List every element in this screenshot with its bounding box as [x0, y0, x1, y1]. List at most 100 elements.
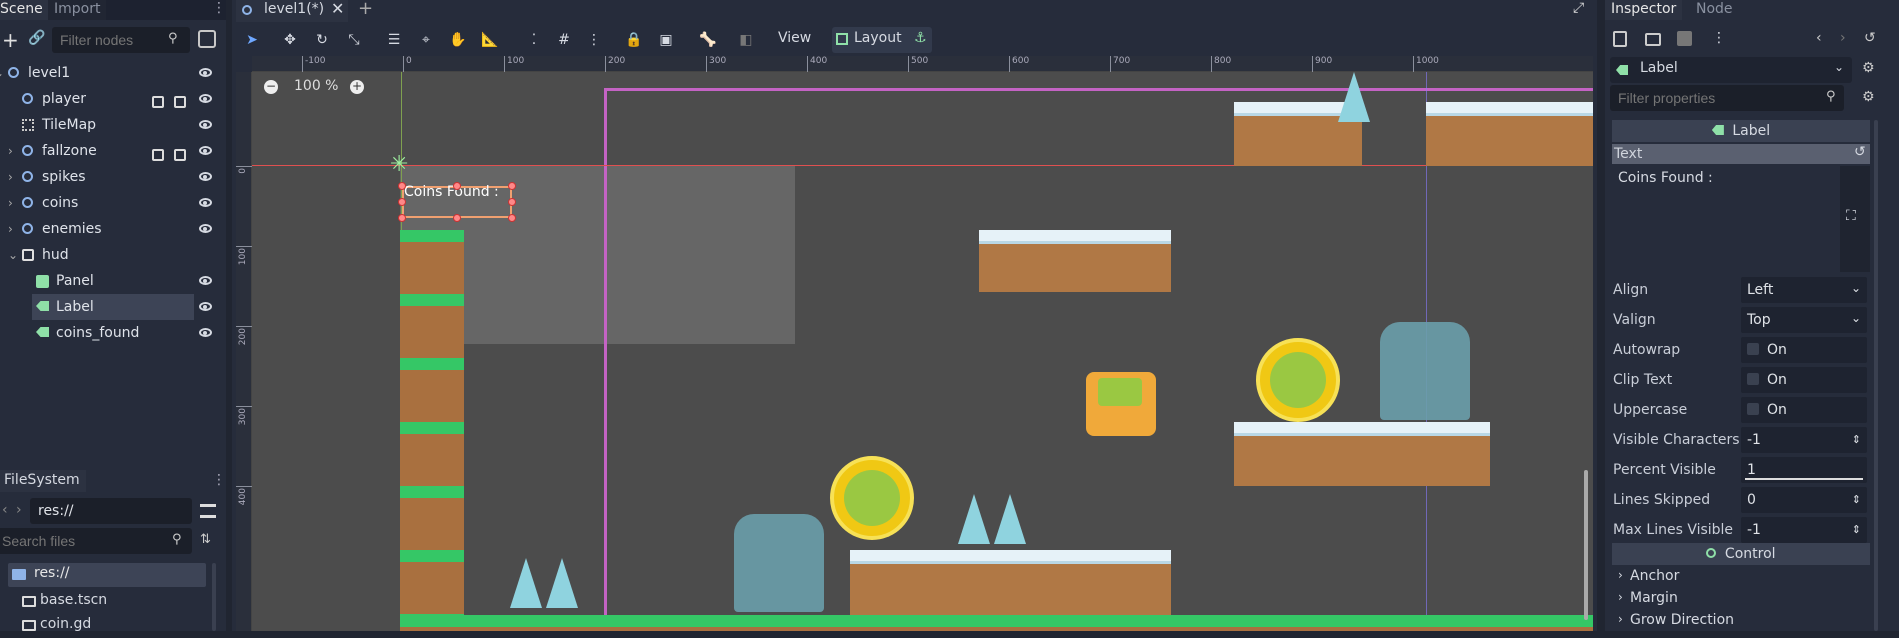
add-node-button[interactable]: +: [2, 28, 19, 52]
resize-handle[interactable]: [453, 214, 461, 222]
scene-tree-item[interactable]: Panel: [0, 268, 220, 294]
resize-handle[interactable]: [398, 198, 406, 206]
visibility-icon[interactable]: [199, 276, 212, 285]
grid-snap-icon[interactable]: #: [552, 28, 576, 52]
dock-menu-icon[interactable]: ⋮: [212, 472, 226, 488]
chevron-down-icon[interactable]: ⌄: [0, 60, 4, 86]
distraction-free-icon[interactable]: ⤢: [1573, 0, 1584, 16]
script-icon[interactable]: [174, 96, 186, 108]
pivot-icon[interactable]: ⌖: [414, 28, 438, 52]
property-spinbox[interactable]: -1 ⇕: [1741, 427, 1867, 453]
property-spinbox[interactable]: 0 ⇕: [1741, 487, 1867, 513]
script-icon[interactable]: [198, 30, 216, 48]
canvas-viewport[interactable]: ✳ Coins Found : − 100 % +: [252, 72, 1593, 631]
layout-menu[interactable]: Layout ⚓: [832, 27, 932, 53]
group-icon[interactable]: [174, 149, 186, 161]
filter-properties-input[interactable]: [1610, 85, 1844, 111]
grow-direction-group[interactable]: › Grow Direction: [1612, 610, 1870, 632]
more-options-icon[interactable]: ⋮: [582, 28, 606, 52]
pan-tool-icon[interactable]: ✋: [446, 28, 470, 52]
dock-menu-icon[interactable]: ⋮: [212, 0, 226, 16]
scale-tool-icon[interactable]: ⤡: [342, 28, 366, 52]
property-slider[interactable]: 1: [1741, 457, 1867, 483]
history-icon[interactable]: ↺: [1864, 30, 1876, 46]
viewport-scrollbar[interactable]: [1584, 470, 1588, 620]
save-resource-icon[interactable]: [1677, 31, 1692, 46]
label-section-header[interactable]: Label: [1612, 120, 1870, 142]
visibility-icon[interactable]: [199, 68, 212, 77]
rotate-tool-icon[interactable]: ↻: [310, 28, 334, 52]
chevron-right-icon[interactable]: ›: [8, 164, 13, 190]
tab-node[interactable]: Node: [1690, 0, 1739, 20]
new-resource-icon[interactable]: [1613, 31, 1627, 47]
chevron-down-icon[interactable]: ⌄: [8, 242, 18, 268]
chevron-right-icon[interactable]: ›: [8, 190, 13, 216]
chevron-right-icon[interactable]: ›: [8, 138, 13, 164]
zoom-in-button[interactable]: +: [350, 80, 364, 94]
scene-tree-item[interactable]: coins_found: [0, 320, 220, 346]
history-forward-icon[interactable]: ›: [1840, 30, 1846, 46]
zoom-out-button[interactable]: −: [264, 80, 278, 94]
object-settings-icon[interactable]: ⚙: [1862, 60, 1875, 76]
resize-handle[interactable]: [398, 182, 406, 190]
resize-handle[interactable]: [398, 214, 406, 222]
text-property-row[interactable]: Text ↺: [1612, 144, 1870, 164]
scene-tree-item[interactable]: ⌄ hud: [0, 242, 220, 268]
forward-icon[interactable]: ›: [16, 502, 22, 518]
scene-tree-item[interactable]: › spikes: [0, 164, 220, 190]
filter-settings-icon[interactable]: ⚙: [1862, 89, 1875, 105]
pivot-gizmo[interactable]: ✳: [390, 154, 412, 176]
scene-tab[interactable]: level1(*) ✕: [236, 0, 348, 22]
fs-scrollbar[interactable]: [212, 563, 216, 631]
property-spinbox[interactable]: -1 ⇕: [1741, 517, 1867, 543]
expand-editor-icon[interactable]: ⛶: [1840, 166, 1870, 272]
margin-group[interactable]: › Margin: [1612, 588, 1870, 610]
control-section-header[interactable]: Control: [1612, 543, 1870, 565]
open-resource-icon[interactable]: [1645, 33, 1661, 46]
select-tool-icon[interactable]: ➤: [240, 28, 264, 52]
visibility-icon[interactable]: [199, 120, 212, 129]
scene-tree-item[interactable]: player: [0, 86, 220, 112]
anchor-icon[interactable]: ⚓: [914, 30, 927, 46]
link-icon[interactable]: 🔗: [28, 30, 45, 46]
bone-icon[interactable]: 🦴: [696, 28, 720, 52]
history-back-icon[interactable]: ‹: [1816, 30, 1822, 46]
visibility-icon[interactable]: [199, 328, 212, 337]
new-tab-button[interactable]: +: [358, 0, 373, 19]
visibility-icon[interactable]: [199, 172, 212, 181]
revert-icon[interactable]: ↺: [1854, 144, 1866, 160]
property-checkbox[interactable]: On: [1741, 397, 1867, 423]
fs-item-script[interactable]: coin.gd: [18, 614, 208, 638]
node-type-selector[interactable]: Label ⌄: [1610, 57, 1852, 83]
anchor-group[interactable]: › Anchor: [1612, 566, 1870, 588]
signal-icon[interactable]: [152, 149, 164, 161]
chevron-right-icon[interactable]: ›: [8, 216, 13, 242]
camera-icon[interactable]: ◧: [734, 28, 758, 52]
move-tool-icon[interactable]: ✥: [278, 28, 302, 52]
clapper-icon[interactable]: [152, 96, 164, 108]
path-field[interactable]: res://: [30, 498, 192, 524]
back-icon[interactable]: ‹: [2, 502, 8, 518]
scene-tree-item[interactable]: ⌄ level1: [0, 60, 220, 86]
inspector-menu-icon[interactable]: ⋮: [1712, 30, 1726, 46]
scene-tree-item[interactable]: Label: [32, 294, 194, 320]
resize-handle[interactable]: [508, 214, 516, 222]
resize-handle[interactable]: [508, 182, 516, 190]
visibility-icon[interactable]: [199, 94, 212, 103]
tab-inspector[interactable]: Inspector: [1605, 0, 1683, 20]
scene-tree-item[interactable]: › fallzone: [0, 138, 220, 164]
close-tab-icon[interactable]: ✕: [331, 0, 344, 18]
zoom-level[interactable]: 100 %: [294, 78, 338, 94]
fs-item-scene[interactable]: base.tscn: [18, 590, 208, 614]
inspector-scrollbar[interactable]: [1874, 120, 1878, 631]
property-checkbox[interactable]: On: [1741, 367, 1867, 393]
property-dropdown[interactable]: Left ⌄: [1741, 277, 1867, 303]
scene-tree-item[interactable]: TileMap: [0, 112, 220, 138]
resize-handle[interactable]: [453, 182, 461, 190]
scene-tree-item[interactable]: › enemies: [0, 216, 220, 242]
split-icon[interactable]: [200, 504, 216, 518]
view-menu[interactable]: View: [778, 30, 811, 46]
sort-icon[interactable]: ⇅: [200, 532, 211, 547]
snap-icon[interactable]: ⁚: [522, 28, 546, 52]
scene-tree-item[interactable]: › coins: [0, 190, 220, 216]
